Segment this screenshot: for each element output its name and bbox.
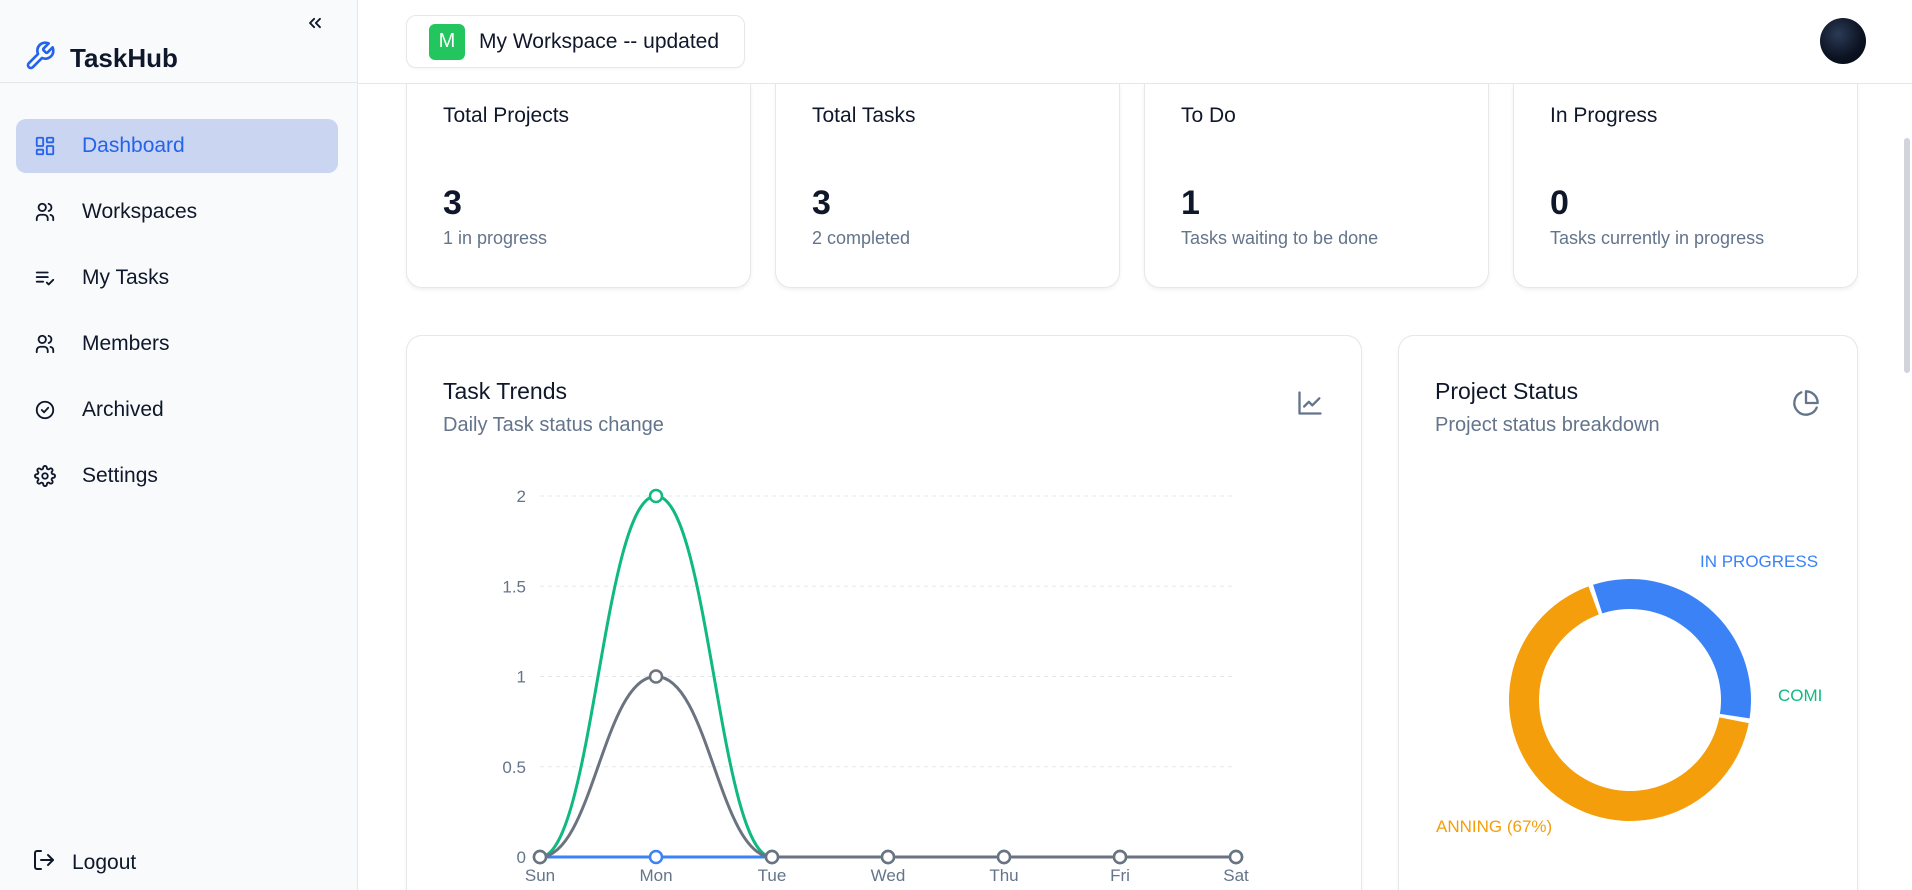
users-icon bbox=[32, 331, 58, 357]
pie-slice-label: COMI bbox=[1778, 686, 1822, 705]
sidebar-item-label: Dashboard bbox=[82, 134, 185, 157]
data-point[interactable] bbox=[1112, 849, 1128, 865]
workspace-avatar: M bbox=[429, 23, 465, 60]
x-tick-label: Sat bbox=[1223, 866, 1249, 885]
user-avatar[interactable] bbox=[1820, 18, 1866, 64]
users-icon bbox=[32, 199, 58, 225]
sidebar-item-members[interactable]: Members bbox=[16, 317, 338, 371]
project-status-chart: IN PROGRESS (: COMI ANNING (67%) bbox=[1436, 552, 1822, 836]
sidebar-item-dashboard[interactable]: Dashboard bbox=[16, 119, 338, 173]
pie-slice-label: ANNING (67%) bbox=[1436, 817, 1552, 836]
data-point[interactable] bbox=[648, 849, 664, 865]
logout-button[interactable]: Logout bbox=[32, 848, 136, 878]
stat-value: 0 bbox=[1550, 184, 1569, 222]
x-tick-label: Thu bbox=[989, 866, 1018, 885]
sidebar: TaskHub Dashboard Workspaces My Tasks Me… bbox=[0, 0, 358, 890]
y-tick-label: 0 bbox=[517, 848, 526, 867]
x-tick-label: Mon bbox=[639, 866, 672, 885]
stat-value: 1 bbox=[1181, 184, 1200, 222]
stat-title: To Do bbox=[1181, 104, 1236, 127]
wrench-icon bbox=[24, 40, 56, 77]
sidebar-divider bbox=[0, 82, 358, 83]
stat-title: Total Projects bbox=[443, 104, 570, 127]
x-tick-label: Tue bbox=[758, 866, 787, 885]
sidebar-item-settings[interactable]: Settings bbox=[16, 449, 338, 503]
sidebar-item-workspaces[interactable]: Workspaces bbox=[16, 185, 338, 239]
collapse-sidebar-button[interactable] bbox=[302, 12, 328, 38]
sidebar-item-label: Settings bbox=[82, 464, 158, 487]
workspace-selector-button[interactable]: M My Workspace -- updated bbox=[406, 15, 745, 68]
stat-subtext: Tasks waiting to be done bbox=[1181, 228, 1379, 248]
stat-card-in-progress: In Progress 0 Tasks currently in progres… bbox=[1513, 84, 1858, 288]
gear-icon bbox=[32, 463, 58, 489]
data-point[interactable] bbox=[648, 669, 664, 684]
page-scrollbar[interactable] bbox=[1904, 138, 1910, 373]
stat-subtext: Tasks currently in progress bbox=[1550, 228, 1765, 248]
x-tick-label: Wed bbox=[871, 866, 906, 885]
data-point[interactable] bbox=[880, 849, 896, 865]
sidebar-item-label: My Tasks bbox=[82, 266, 170, 289]
stat-subtext: 1 in progress bbox=[443, 228, 548, 248]
check-circle-icon bbox=[32, 397, 58, 423]
top-header: M My Workspace -- updated bbox=[358, 0, 1912, 84]
stat-title: In Progress bbox=[1550, 104, 1658, 127]
sidebar-nav: Dashboard Workspaces My Tasks Members Ar… bbox=[16, 119, 338, 515]
pie-slice-label: IN PROGRESS (: bbox=[1700, 552, 1822, 571]
data-point[interactable] bbox=[996, 849, 1012, 865]
sidebar-item-my-tasks[interactable]: My Tasks bbox=[16, 251, 338, 305]
dashboard-icon bbox=[32, 133, 58, 159]
data-point[interactable] bbox=[532, 849, 548, 865]
y-tick-label: 1 bbox=[517, 668, 526, 687]
x-tick-label: Sun bbox=[525, 866, 555, 885]
stat-card-total-projects: Total Projects 3 1 in progress bbox=[406, 84, 751, 288]
list-check-icon bbox=[32, 265, 58, 291]
brand[interactable]: TaskHub bbox=[24, 38, 178, 78]
y-tick-label: 0.5 bbox=[502, 758, 526, 777]
sidebar-item-label: Workspaces bbox=[82, 200, 198, 223]
stat-value: 3 bbox=[443, 184, 462, 222]
stat-title: Total Tasks bbox=[812, 104, 916, 127]
chevrons-left-icon bbox=[305, 13, 325, 38]
task-trends-chart: 0 0.5 1 1.5 2 Sun Mon Tue Wed Thu Fri Sat bbox=[502, 487, 1249, 885]
sidebar-item-label: Members bbox=[82, 332, 170, 355]
logout-icon bbox=[32, 848, 56, 878]
logout-label: Logout bbox=[72, 851, 137, 874]
sidebar-item-archived[interactable]: Archived bbox=[16, 383, 338, 437]
sidebar-item-label: Archived bbox=[82, 398, 164, 421]
y-tick-label: 1.5 bbox=[502, 577, 526, 596]
stat-card-to-do: To Do 1 Tasks waiting to be done bbox=[1144, 84, 1489, 288]
stat-card-total-tasks: Total Tasks 3 2 completed bbox=[775, 84, 1120, 288]
data-point[interactable] bbox=[764, 849, 780, 865]
x-tick-label: Fri bbox=[1110, 866, 1130, 885]
data-point[interactable] bbox=[1228, 849, 1244, 865]
stat-subtext: 2 completed bbox=[812, 228, 911, 248]
stat-value: 3 bbox=[812, 184, 831, 222]
y-tick-label: 2 bbox=[517, 487, 526, 506]
data-point[interactable] bbox=[648, 488, 664, 504]
app-name: TaskHub bbox=[70, 42, 178, 73]
workspace-name: My Workspace -- updated bbox=[479, 29, 720, 53]
pie-slice[interactable] bbox=[1593, 579, 1751, 719]
